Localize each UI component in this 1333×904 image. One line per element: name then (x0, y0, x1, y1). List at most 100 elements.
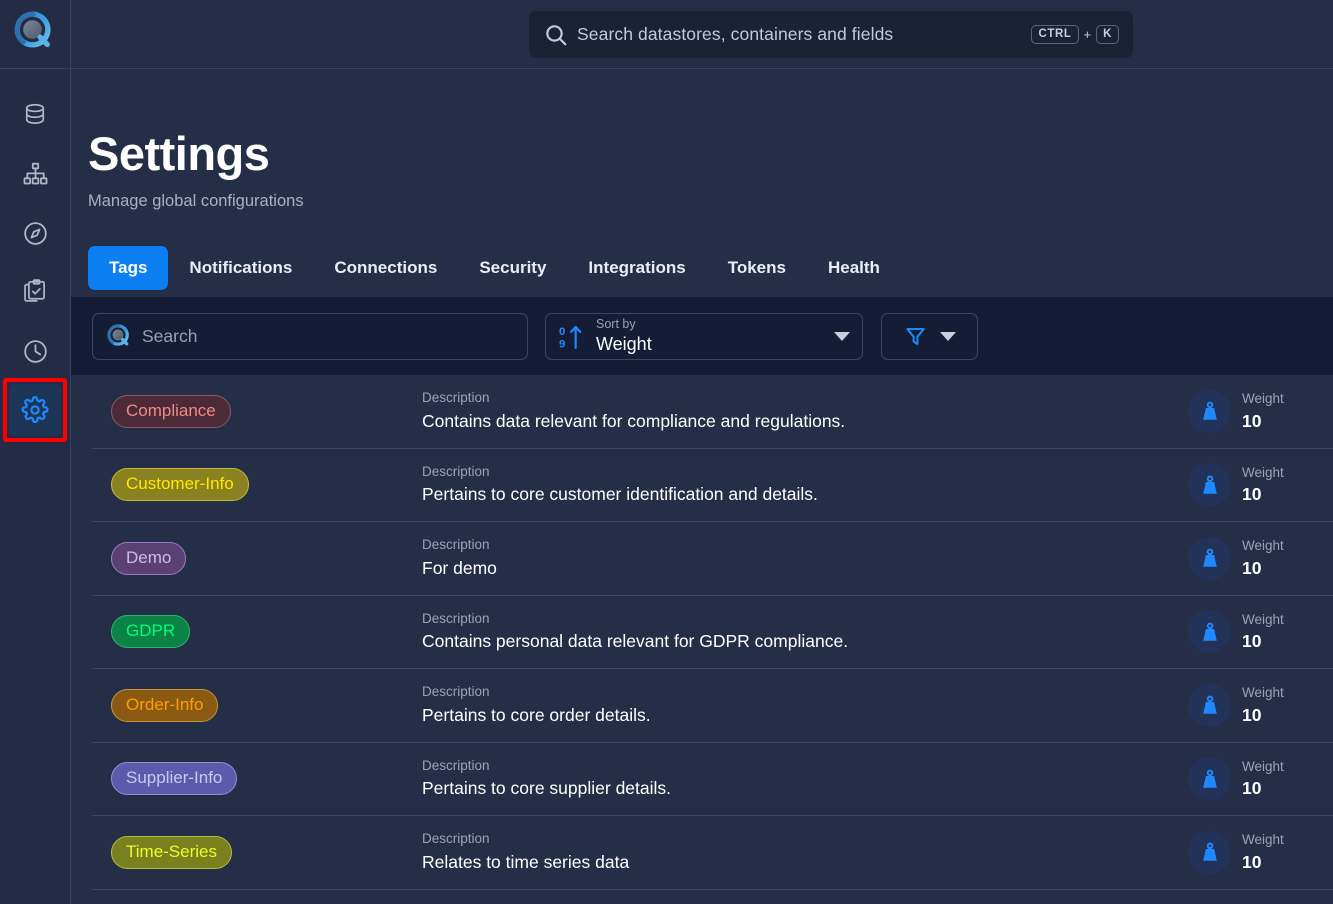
status-badge[interactable]: Demo (111, 541, 187, 575)
tab-notifications[interactable]: Notifications (168, 246, 313, 290)
weight-cell: Weight 10 (1188, 463, 1333, 507)
sidebar-item-datastores[interactable] (9, 89, 61, 141)
weight-label: Weight (1242, 464, 1284, 480)
shortcut-ctrl-key: CTRL (1031, 24, 1079, 45)
app-logo[interactable] (0, 0, 71, 69)
table-row[interactable]: GDPR Description Contains personal data … (92, 596, 1333, 669)
database-icon (22, 102, 48, 128)
search-icon (107, 324, 132, 349)
table-row[interactable]: Supplier-Info Description Pertains to co… (92, 743, 1333, 816)
chevron-down-icon (939, 332, 956, 341)
sort-by-dropdown[interactable]: 0 9 Sort by Weight (545, 313, 863, 360)
weight-cell: Weight 10 (1188, 757, 1333, 801)
weight-icon (1188, 389, 1231, 433)
description-cell: Description For demo (422, 535, 1188, 581)
description-cell: Description Pertains to core order detai… (422, 682, 1188, 728)
description-cell: Description Contains data relevant for c… (422, 388, 1188, 434)
description-label: Description (422, 463, 490, 479)
description-value: Pertains to core order details. (422, 704, 651, 725)
weight-value: 10 (1242, 410, 1262, 431)
settings-tabs: Tags Notifications Connections Security … (88, 246, 901, 290)
page-content: Settings Manage global configurations Ta… (71, 69, 1333, 904)
gear-icon (21, 396, 49, 424)
global-search-input[interactable]: Search datastores, containers and fields… (529, 11, 1133, 58)
status-badge[interactable]: Compliance (111, 394, 231, 428)
table-row[interactable]: Customer-Info Description Pertains to co… (92, 449, 1333, 522)
table-row[interactable]: Demo Description For demo Weight 10 (92, 522, 1333, 596)
global-search-placeholder: Search datastores, containers and fields (577, 24, 894, 44)
description-label: Description (422, 390, 490, 406)
status-badge[interactable]: Order-Info (111, 688, 219, 722)
status-badge[interactable]: Time-Series (111, 835, 232, 869)
weight-label: Weight (1242, 758, 1284, 774)
weight-icon (1188, 610, 1231, 654)
sort-by-value: Weight (596, 334, 652, 355)
tab-tokens[interactable]: Tokens (707, 246, 807, 290)
search-input[interactable]: Search (92, 313, 528, 360)
weight-icon (1188, 830, 1231, 874)
status-badge[interactable]: Customer-Info (111, 468, 249, 502)
table-row[interactable]: Time-Series Description Relates to time … (92, 816, 1333, 890)
description-value: Contains personal data relevant for GDPR… (422, 631, 849, 652)
weight-label: Weight (1242, 832, 1284, 848)
sort-by-label: Sort by (596, 317, 636, 332)
status-badge[interactable]: Supplier-Info (111, 762, 238, 796)
weight-value: 10 (1242, 851, 1262, 872)
page-subtitle: Manage global configurations (88, 192, 304, 210)
tab-security[interactable]: Security (458, 246, 567, 290)
sidebar-nav (3, 82, 67, 442)
sidebar-item-assessments[interactable] (9, 266, 61, 318)
clipboard-check-icon (22, 279, 48, 305)
tags-toolbar: Search 0 9 Sort by Weight (71, 297, 1333, 375)
sidebar-item-history[interactable] (9, 325, 61, 377)
weight-value: 10 (1242, 484, 1262, 505)
tag-cell: Order-Info (92, 688, 422, 722)
compass-icon (22, 220, 49, 247)
description-label: Description (422, 537, 490, 553)
description-value: Relates to time series data (422, 851, 630, 872)
sidebar-item-hierarchy[interactable] (9, 148, 61, 200)
shortcut-k-key: K (1096, 24, 1119, 45)
sidebar (0, 0, 71, 904)
filter-button[interactable] (881, 313, 978, 360)
weight-cell: Weight 10 (1188, 830, 1333, 874)
weight-value: 10 (1242, 778, 1262, 799)
clock-icon (22, 338, 49, 365)
sidebar-item-settings[interactable] (3, 378, 67, 442)
description-label: Description (422, 831, 490, 847)
description-cell: Description Contains personal data relev… (422, 609, 1188, 655)
sort-numeric-ascending-icon: 0 9 (558, 323, 585, 350)
description-label: Description (422, 757, 490, 773)
description-label: Description (422, 684, 490, 700)
weight-icon (1188, 683, 1231, 727)
tag-list: Compliance Description Contains data rel… (92, 375, 1333, 890)
weight-label: Weight (1242, 391, 1284, 407)
weight-label: Weight (1242, 538, 1284, 554)
tab-health[interactable]: Health (807, 246, 901, 290)
table-row[interactable]: Compliance Description Contains data rel… (92, 375, 1333, 449)
weight-icon (1188, 536, 1231, 580)
sidebar-item-explore[interactable] (9, 207, 61, 259)
weight-icon (1188, 463, 1231, 507)
tag-cell: Supplier-Info (92, 762, 422, 796)
svg-text:0: 0 (559, 326, 565, 338)
description-cell: Description Pertains to core supplier de… (422, 756, 1188, 802)
description-label: Description (422, 610, 490, 626)
description-cell: Description Relates to time series data (422, 829, 1188, 875)
tag-cell: GDPR (92, 615, 422, 649)
tab-tags[interactable]: Tags (88, 246, 169, 290)
tag-cell: Customer-Info (92, 468, 422, 502)
weight-cell: Weight 10 (1188, 683, 1333, 727)
svg-text:9: 9 (559, 338, 565, 350)
weight-value: 10 (1242, 557, 1262, 578)
status-badge[interactable]: GDPR (111, 615, 191, 649)
table-row[interactable]: Order-Info Description Pertains to core … (92, 669, 1333, 743)
page-title: Settings (88, 127, 270, 180)
tab-connections[interactable]: Connections (313, 246, 458, 290)
weight-value: 10 (1242, 704, 1262, 725)
funnel-icon (904, 325, 927, 348)
search-icon (543, 22, 569, 48)
sitemap-icon (22, 161, 49, 188)
tag-cell: Time-Series (92, 835, 422, 869)
tab-integrations[interactable]: Integrations (567, 246, 706, 290)
